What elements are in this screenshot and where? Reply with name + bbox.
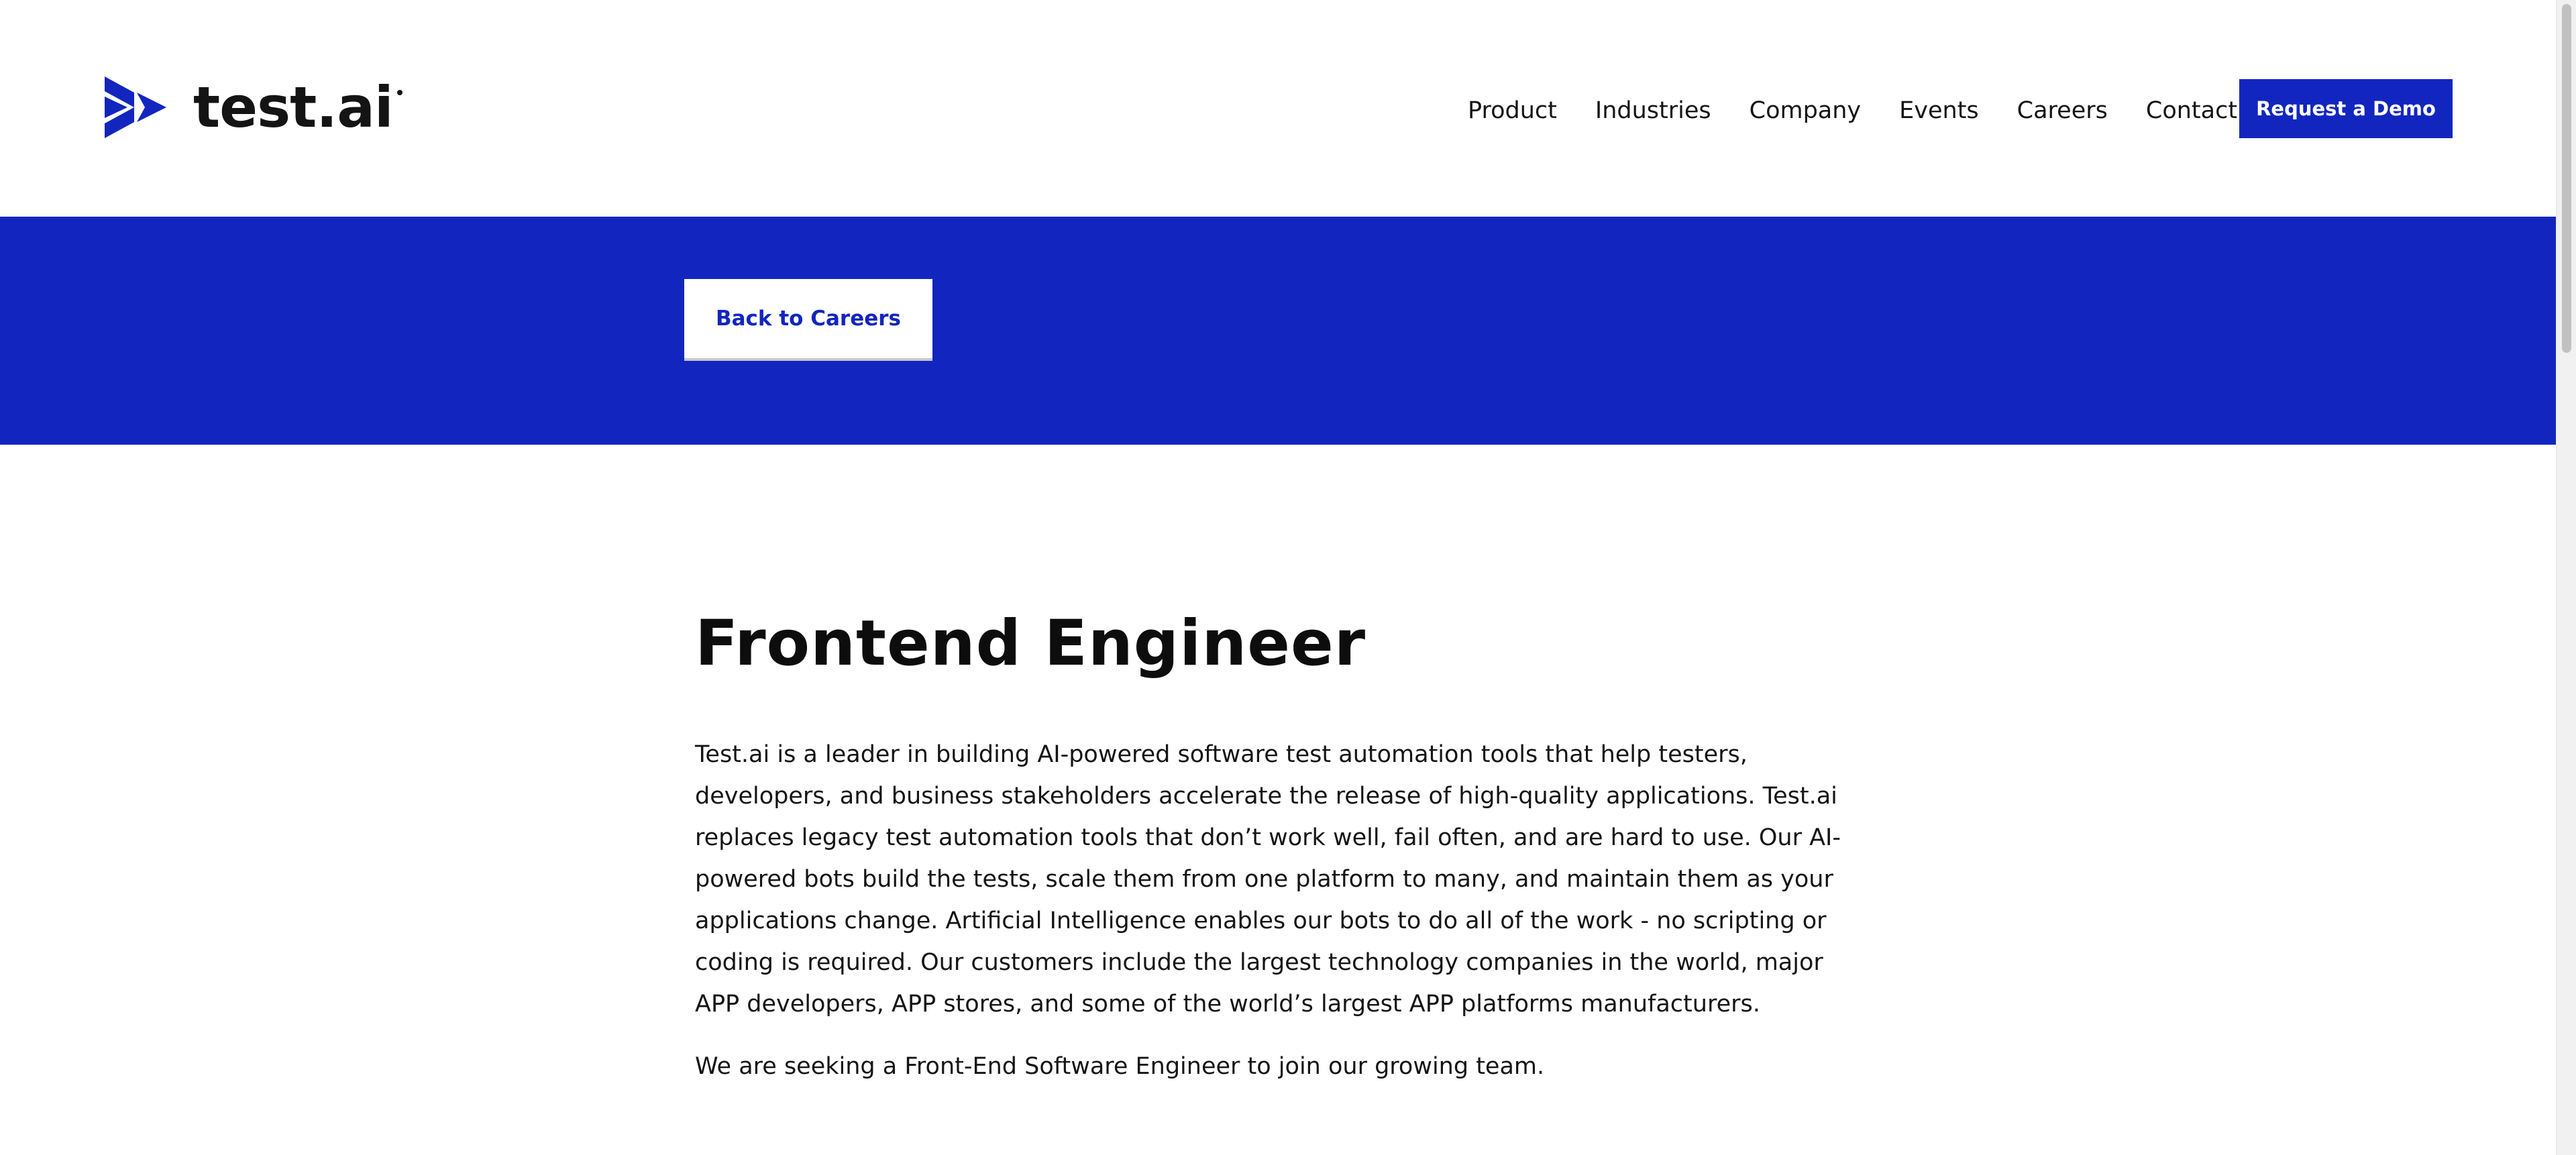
request-demo-button[interactable]: Request a Demo bbox=[2239, 79, 2453, 138]
company-intro-paragraph: Test.ai is a leader in building AI-power… bbox=[695, 741, 1841, 1018]
main-nav: Product Industries Company Events Career… bbox=[1468, 94, 2237, 127]
nav-item-careers[interactable]: Careers bbox=[2017, 94, 2108, 127]
role-summary-paragraph: We are seeking a Front-End Software Engi… bbox=[695, 1053, 1545, 1080]
page-title: Frontend Engineer bbox=[695, 607, 1366, 680]
logo-wordmark: test.ai bbox=[193, 76, 402, 138]
job-description: Frontend Engineer Test.ai is a leader in… bbox=[695, 604, 1849, 1087]
logo-link[interactable]: test.ai bbox=[105, 76, 402, 138]
nav-item-industries[interactable]: Industries bbox=[1595, 94, 1711, 127]
scrollbar-thumb[interactable] bbox=[2562, 4, 2571, 353]
site-header: test.ai Product Industries Company Event… bbox=[0, 0, 2556, 217]
nav-item-product[interactable]: Product bbox=[1468, 94, 1557, 127]
logo-chevrons-icon bbox=[105, 76, 166, 138]
nav-item-events[interactable]: Events bbox=[1899, 94, 1979, 127]
nav-item-company[interactable]: Company bbox=[1750, 94, 1862, 127]
back-to-careers-button[interactable]: Back to Careers bbox=[684, 279, 932, 361]
careers-banner: Back to Careers bbox=[0, 217, 2556, 445]
nav-item-contact[interactable]: Contact bbox=[2146, 94, 2237, 127]
page-scrollbar[interactable] bbox=[2556, 0, 2576, 1155]
logo-trademark-dot bbox=[396, 90, 402, 95]
